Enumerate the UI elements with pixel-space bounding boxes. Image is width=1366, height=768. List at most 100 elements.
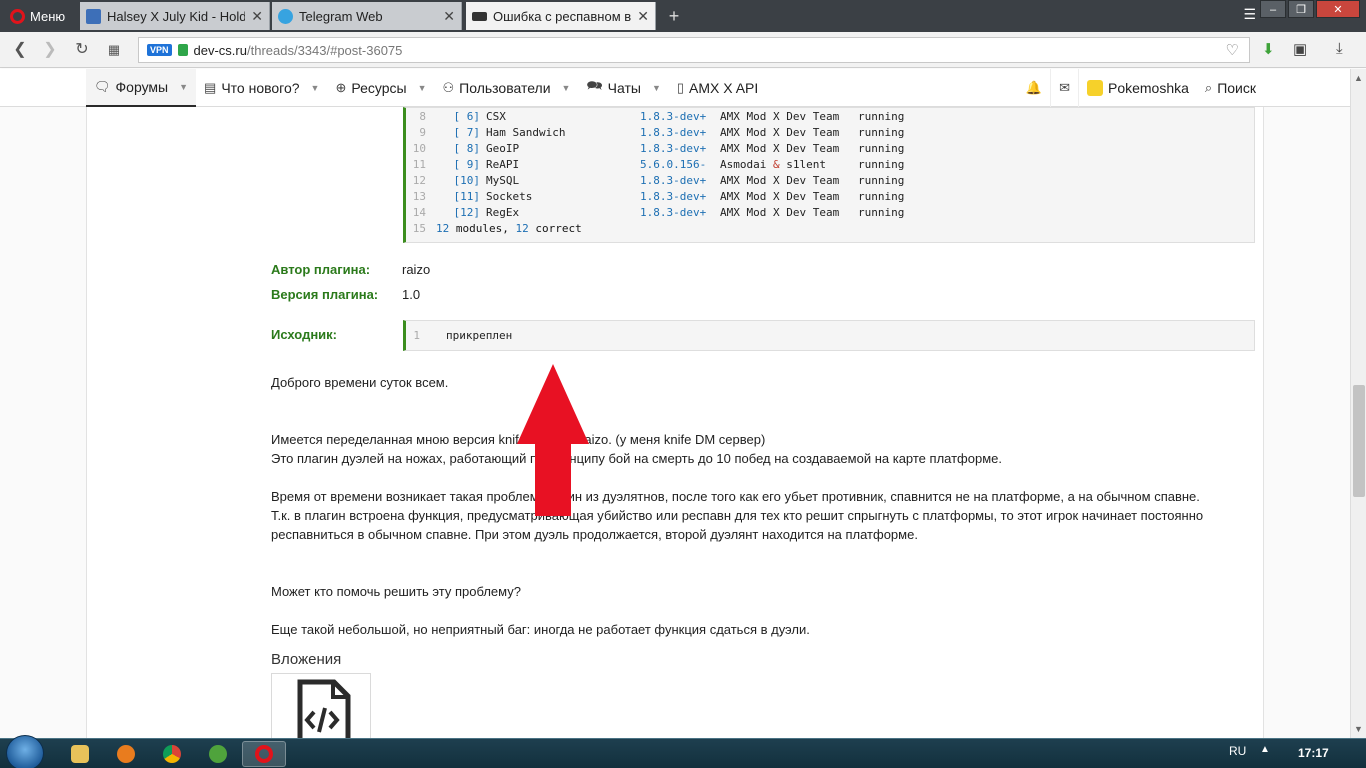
module-version: 1.8.3-dev+	[640, 206, 707, 219]
tab-close-icon[interactable]: ✕	[443, 8, 455, 25]
nav-forums[interactable]: 🗨 Форумы ▼	[86, 69, 197, 107]
lock-icon[interactable]	[177, 44, 188, 56]
module-name: ReAPI	[486, 158, 520, 171]
module-status: running	[858, 126, 905, 139]
summary-count-2: 12	[515, 222, 529, 235]
scroll-up-icon[interactable]: ▲	[1354, 73, 1363, 83]
maximize-button[interactable]: ❐	[1288, 0, 1314, 18]
back-icon[interactable]: ❮	[10, 40, 30, 60]
module-version: 1.8.3-dev+	[640, 126, 707, 139]
page-scrollbar[interactable]: ▲ ▼	[1350, 69, 1366, 738]
browser-tab-telegram[interactable]: Telegram Web ✕	[272, 2, 462, 30]
module-name: RegEx	[486, 206, 520, 219]
vpn-badge[interactable]: VPN	[147, 44, 172, 56]
post-paragraph-question: Может кто помочь решить эту проблему?	[271, 584, 521, 599]
scroll-down-icon[interactable]: ▼	[1354, 724, 1363, 734]
attachment-file-thumbnail[interactable]	[271, 673, 371, 743]
module-index: [10]	[453, 174, 481, 187]
taskbar-chrome[interactable]	[150, 741, 194, 767]
reload-icon[interactable]: ↻	[72, 40, 92, 60]
address-bar: ❮ ❯ ↻ ▦ VPN dev-cs.ru/threads/3343/#post…	[0, 32, 1366, 68]
post-line: Имеется переделанная мною версия knife D…	[271, 432, 766, 447]
line-number: 1	[413, 329, 420, 342]
tab-close-icon[interactable]: ✕	[251, 8, 263, 25]
downloads-icon[interactable]: ⤓	[1336, 40, 1343, 57]
summary-count: 12	[436, 222, 450, 235]
url-input[interactable]: VPN dev-cs.ru/threads/3343/#post-36075 ♡	[138, 37, 1250, 63]
summary-word: modules,	[455, 222, 509, 235]
nav-users-label: Пользователи	[459, 80, 551, 96]
utorrent-icon	[209, 745, 227, 763]
nav-whats-new[interactable]: ▤ Что нового? ▼	[196, 69, 327, 107]
tab-close-icon[interactable]: ✕	[637, 8, 649, 25]
app-icon	[117, 745, 135, 763]
taskbar-utorrent[interactable]	[196, 741, 240, 767]
speed-dial-icon[interactable]: ▦	[104, 40, 124, 60]
nav-alerts[interactable]: 🔔	[1018, 69, 1050, 107]
nav-chats[interactable]: 🗪 Чаты ▼	[578, 69, 668, 107]
envelope-icon: ✉	[1059, 80, 1070, 95]
tab-label: Halsey X July Kid - Hold M	[107, 8, 246, 24]
bookmark-heart-icon[interactable]: ♡	[1226, 41, 1239, 59]
module-index: [12]	[453, 206, 481, 219]
nav-resources[interactable]: ⊕ Ресурсы ▼	[327, 69, 434, 107]
nav-username: Pokemoshka	[1107, 80, 1189, 96]
download-extension-icon[interactable]: ⬇	[1262, 40, 1275, 58]
chevron-down-icon[interactable]: ▼	[652, 83, 661, 93]
tray-expand-icon[interactable]: ▲	[1260, 744, 1270, 755]
line-number: 13	[412, 190, 426, 203]
close-window-button[interactable]: ✕	[1316, 0, 1360, 18]
module-version: 1.8.3-dev+	[640, 110, 707, 123]
taskbar-opera[interactable]	[242, 741, 286, 767]
forward-icon[interactable]: ❯	[40, 40, 60, 60]
module-author: AMX Mod X Dev Team	[720, 142, 840, 155]
post-line: Это плагин дуэлей на ножах, работающий п…	[271, 451, 1002, 466]
minimize-button[interactable]: –	[1260, 0, 1286, 18]
module-index: [11]	[453, 190, 481, 203]
browser-tab-youtube[interactable]: Halsey X July Kid - Hold M ✕	[80, 2, 270, 30]
opera-menu-button[interactable]: Меню	[4, 4, 74, 28]
keyboard-language[interactable]: RU	[1229, 744, 1246, 758]
extension-icon[interactable]: ▣	[1293, 40, 1307, 58]
clock[interactable]: 17:17	[1298, 746, 1329, 760]
author-value: raizo	[402, 262, 431, 277]
version-label: Версия плагина:	[271, 287, 379, 302]
code-line: 10 [ 8] GeoIP 1.8.3-dev+ AMX Mod X Dev Team r…	[406, 141, 1254, 157]
nav-chats-label: Чаты	[607, 80, 641, 96]
avatar	[1086, 80, 1103, 96]
source-value: прикреплен	[446, 329, 513, 342]
start-button[interactable]	[6, 735, 44, 768]
module-status: running	[858, 142, 905, 155]
module-index: [ 9]	[453, 158, 481, 171]
nav-users[interactable]: ⚇ Пользователи ▼	[435, 69, 579, 107]
nav-whats-new-label: Что нового?	[221, 80, 300, 96]
taskbar-explorer[interactable]	[58, 741, 102, 767]
nav-amx-api[interactable]: ▯ AMX X API	[669, 69, 766, 107]
line-number: 10	[412, 142, 426, 155]
bell-icon: 🔔	[1025, 80, 1043, 95]
chevron-down-icon[interactable]: ▼	[311, 83, 320, 93]
new-tab-button[interactable]: +	[664, 6, 684, 26]
chevron-down-icon[interactable]: ▼	[179, 82, 188, 92]
post-line: Время от времени возникает такая проблем…	[271, 489, 1200, 504]
tab-menu-icon[interactable]: ☰	[1243, 6, 1256, 23]
module-author: AMX Mod X Dev Team	[720, 110, 840, 123]
module-name: Ham Sandwich	[486, 126, 566, 139]
nav-account[interactable]: Pokemoshka	[1079, 69, 1197, 107]
line-number: 9	[419, 126, 426, 139]
taskbar-app-2[interactable]	[104, 741, 148, 767]
scroll-thumb[interactable]	[1353, 385, 1365, 497]
line-number: 8	[419, 110, 426, 123]
nav-search[interactable]: ⌕ Поиск	[1197, 69, 1264, 107]
chevron-down-icon[interactable]: ▼	[562, 83, 571, 93]
nav-amx-api-label: AMX X API	[689, 80, 759, 96]
nav-inbox[interactable]: ✉	[1050, 69, 1079, 107]
news-icon: ▤	[204, 80, 217, 95]
module-status: running	[858, 190, 905, 203]
version-value: 1.0	[402, 287, 421, 302]
source-code-block: 1 прикреплен	[403, 320, 1255, 351]
folder-icon	[71, 745, 89, 763]
module-index: [ 8]	[453, 142, 481, 155]
browser-tab-devcs[interactable]: Ошибка с респавном в п ✕	[466, 2, 656, 30]
chevron-down-icon[interactable]: ▼	[418, 83, 427, 93]
